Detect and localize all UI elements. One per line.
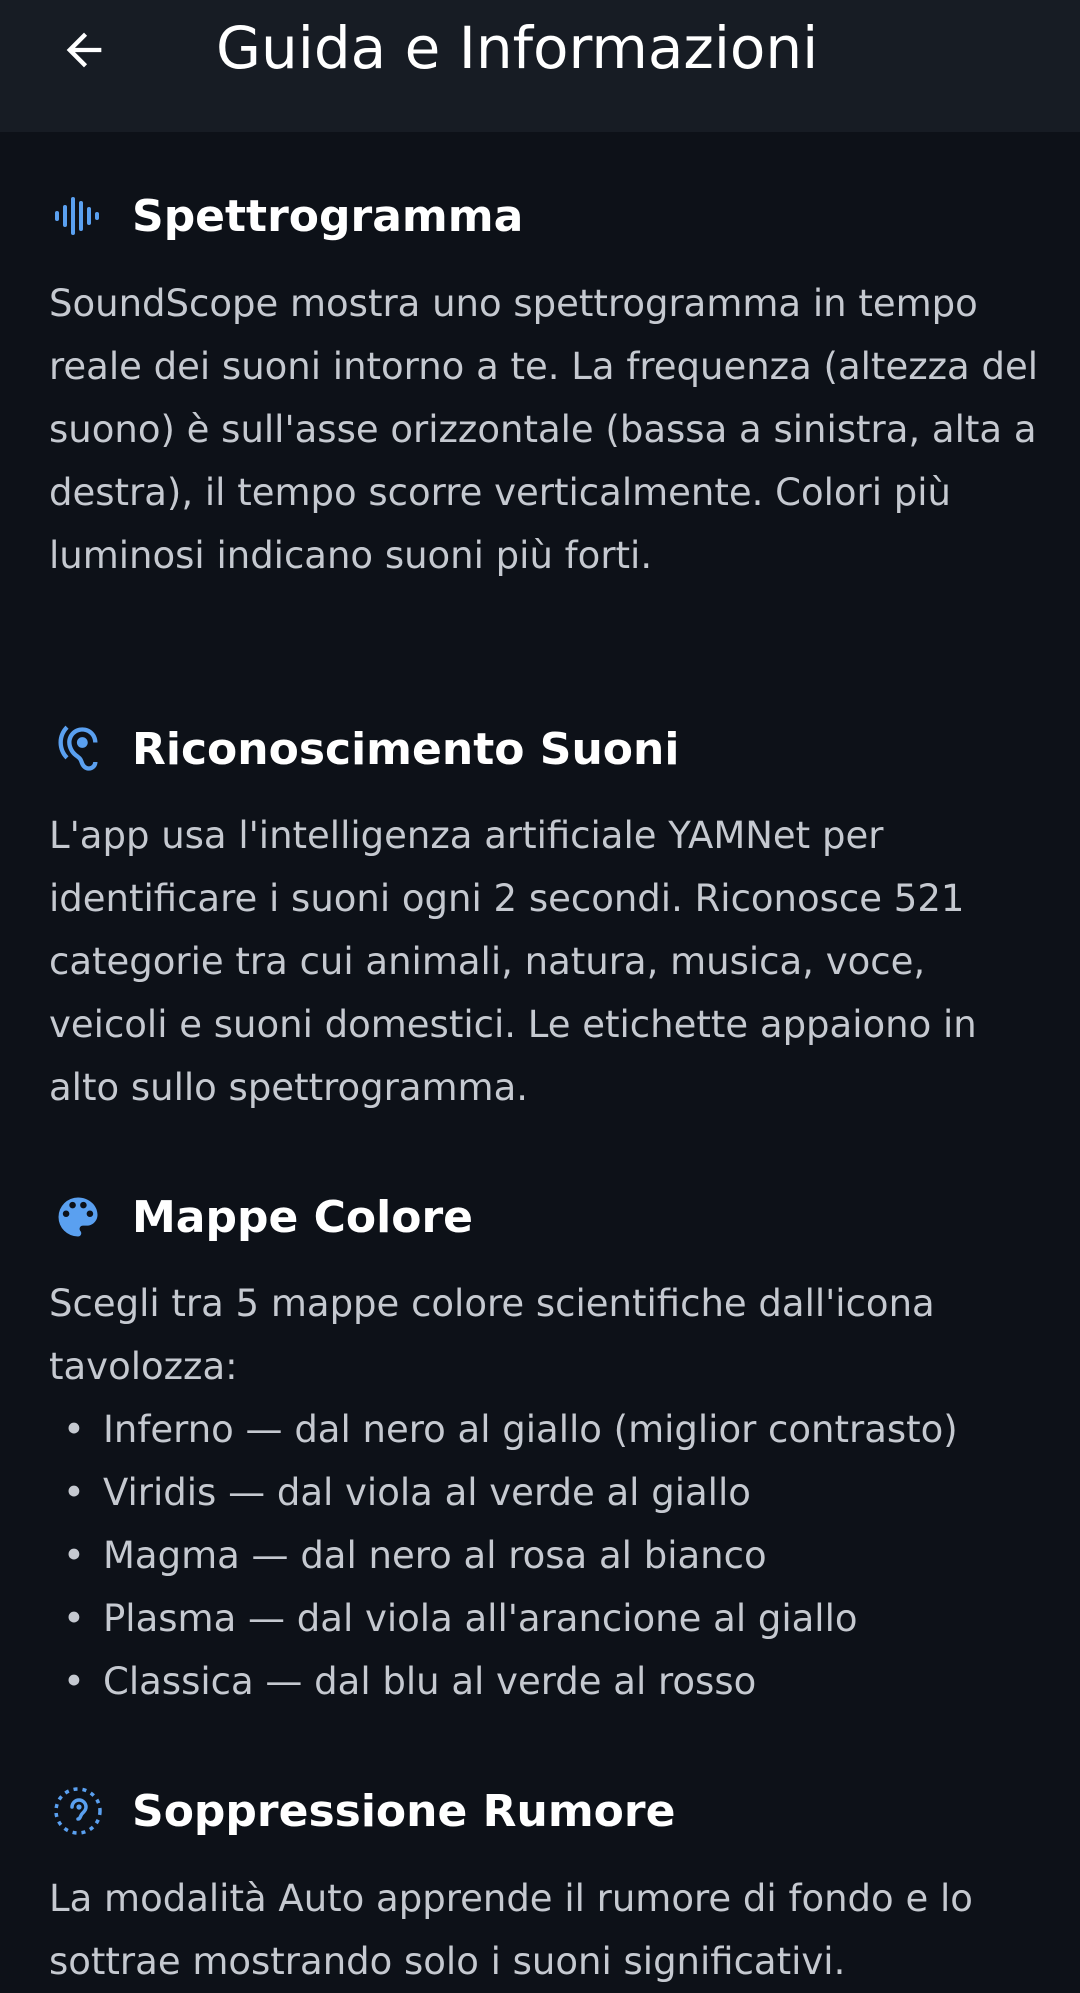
section-title: Mappe Colore: [132, 1191, 473, 1243]
list-item: • Viridis — dal viola al verde al giallo: [49, 1461, 1039, 1524]
section-header-spettrogramma: Spettrogramma: [48, 184, 523, 248]
section-title: Riconoscimento Suoni: [132, 723, 680, 775]
hearing-icon: [48, 719, 108, 779]
bullet-icon: •: [63, 1660, 85, 1703]
colormap-list: • Inferno — dal nero al giallo (miglior …: [49, 1398, 1039, 1713]
section-header-riconoscimento: Riconoscimento Suoni: [48, 717, 679, 781]
page-title: Guida e Informazioni: [216, 14, 819, 82]
section-title: Soppressione Rumore: [132, 1785, 676, 1837]
list-item: • Classica — dal blu al verde al rosso: [49, 1650, 1039, 1713]
section-intro: Scegli tra 5 mappe colore scientifiche d…: [49, 1282, 935, 1388]
list-item: • Magma — dal nero al rosa al bianco: [49, 1524, 1039, 1587]
list-item-text: Classica — dal blu al verde al rosso: [103, 1660, 757, 1703]
bullet-icon: •: [63, 1597, 85, 1640]
list-item: • Plasma — dal viola all'arancione al gi…: [49, 1587, 1039, 1650]
palette-icon: [48, 1187, 108, 1247]
list-item-text: Inferno — dal nero al giallo (miglior co…: [103, 1408, 958, 1451]
section-header-soppressione: Soppressione Rumore: [48, 1779, 675, 1843]
list-item-text: Magma — dal nero al rosa al bianco: [103, 1534, 767, 1577]
back-button[interactable]: [42, 8, 126, 92]
hearing-disabled-icon: [48, 1781, 108, 1841]
top-app-bar: Guida e Informazioni: [0, 0, 1080, 132]
list-item: • Inferno — dal nero al giallo (miglior …: [49, 1398, 1039, 1461]
section-body: SoundScope mostra uno spettrogramma in t…: [49, 282, 1039, 577]
waveform-icon: [48, 186, 108, 246]
bullet-icon: •: [63, 1534, 85, 1577]
section-header-mappe-colore: Mappe Colore: [48, 1185, 473, 1249]
arrow-left-icon: [66, 32, 102, 68]
list-item-text: Viridis — dal viola al verde al giallo: [103, 1471, 751, 1514]
list-item-text: Plasma — dal viola all'arancione al gial…: [103, 1597, 858, 1640]
section-body: Scegli tra 5 mappe colore scientifiche d…: [49, 1272, 1039, 1713]
bullet-icon: •: [63, 1408, 85, 1451]
bullet-icon: •: [63, 1471, 85, 1514]
section-body: La modalità Auto apprende il rumore di f…: [49, 1877, 973, 1983]
section-title: Spettrogramma: [132, 190, 524, 242]
section-body: L'app usa l'intelligenza artificiale YAM…: [49, 814, 977, 1109]
